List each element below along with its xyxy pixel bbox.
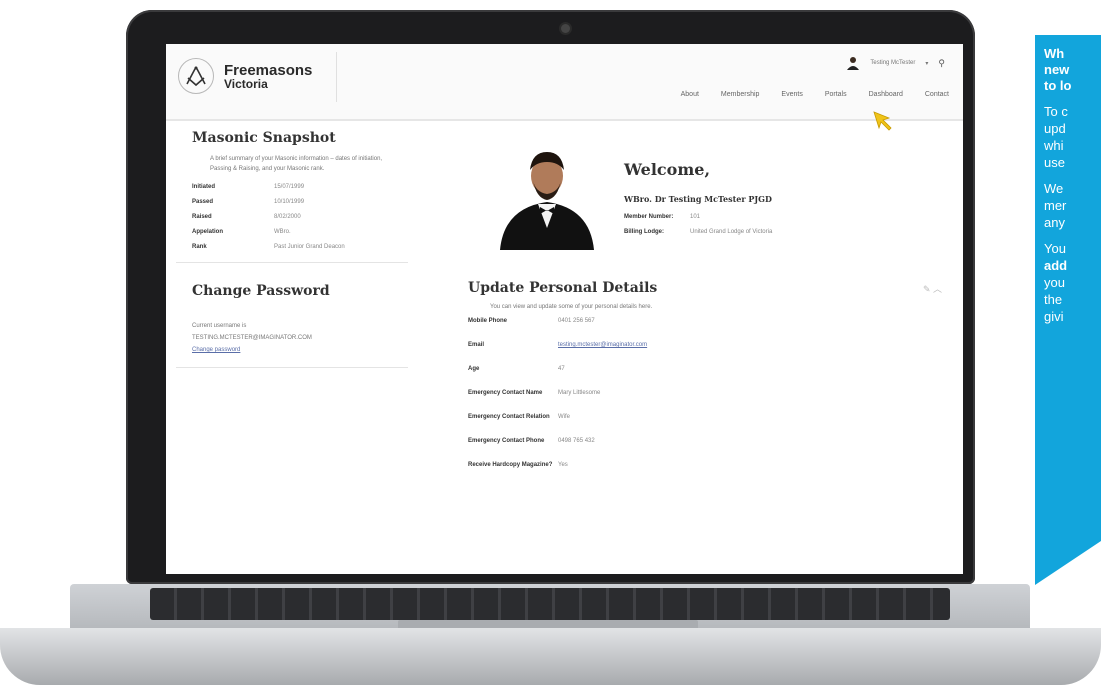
edit-icon[interactable]: ✎ ︿	[923, 282, 942, 295]
promo-text: you the givi	[1044, 275, 1065, 324]
row-label: Emergency Contact Relation	[468, 414, 550, 420]
detail-row: Emergency Contact Phone 0498 765 432	[468, 436, 958, 460]
snapshot-row: Initiated 15/07/1999	[192, 184, 408, 190]
nav-contact[interactable]: Contact	[925, 91, 949, 98]
promo-heading: Wh new to lo	[1044, 46, 1072, 93]
detail-row: Emergency Contact Relation Wife	[468, 412, 958, 436]
row-value: 8/02/2000	[274, 214, 301, 220]
snapshot-row: Raised 8/02/2000	[192, 214, 408, 220]
member-row: Billing Lodge: United Grand Lodge of Vict…	[624, 229, 772, 235]
password-title: Change Password	[192, 283, 330, 299]
row-label: Emergency Contact Name	[468, 390, 543, 396]
row-value: 0498 765 432	[558, 438, 595, 444]
promo-panel: Wh new to lo To c upd whi use We mer any…	[1035, 35, 1101, 585]
username-value: TESTING.MCTESTER@IMAGINATOR.COM	[192, 335, 312, 341]
row-label: Mobile Phone	[468, 318, 507, 324]
row-value: 10/10/1999	[274, 199, 305, 205]
update-details-panel: ✎ ︿ Update Personal Details You can view…	[468, 280, 958, 484]
row-label: Email	[468, 342, 485, 348]
row-label: Raised	[192, 214, 212, 220]
nav-portals[interactable]: Portals	[825, 91, 847, 98]
row-label: Receive Hardcopy Magazine?	[468, 462, 553, 468]
member-info: Member Number: 101 Billing Lodge: United G…	[624, 214, 772, 244]
update-description: You can view and update some of your per…	[490, 304, 653, 310]
row-value: 0401 256 567	[558, 318, 595, 324]
user-name: Testing McTester	[870, 60, 916, 66]
row-label: Billing Lodge:	[624, 229, 664, 235]
detail-row: Emergency Contact Name Mary Littlesome	[468, 388, 958, 412]
snapshot-title: Masonic Snapshot	[192, 130, 336, 146]
site-logo[interactable]: Freemasons Victoria	[178, 58, 312, 94]
row-label: Emergency Contact Phone	[468, 438, 545, 444]
nav-events[interactable]: Events	[781, 91, 802, 98]
member-row: Member Number: 101	[624, 214, 772, 220]
laptop-keyboard	[150, 588, 950, 620]
snapshot-description: A brief summary of your Masonic informat…	[210, 156, 383, 172]
row-label: Rank	[192, 244, 207, 250]
detail-row: Email testing.mctester@imaginator.com	[468, 340, 958, 364]
mouse-cursor-icon	[873, 111, 892, 131]
square-compass-icon	[178, 58, 214, 94]
site-header: Freemasons Victoria Testing McTester ▾ ⚲…	[166, 44, 963, 121]
divider	[176, 367, 408, 368]
nav-about[interactable]: About	[681, 91, 699, 98]
detail-row: Age 47	[468, 364, 958, 388]
row-label: Age	[468, 366, 480, 372]
row-value: United Grand Lodge of Victoria	[690, 229, 773, 235]
username-label: Current username is	[192, 323, 247, 329]
member-portrait	[500, 152, 594, 250]
divider	[176, 262, 408, 263]
nav-membership[interactable]: Membership	[721, 91, 760, 98]
welcome-heading: Welcome,	[624, 160, 711, 179]
promo-paragraph: We mer any	[1044, 181, 1067, 230]
promo-bold-text: add	[1044, 258, 1068, 273]
row-value: 15/07/1999	[274, 184, 305, 190]
update-title: Update Personal Details	[468, 280, 658, 296]
detail-row: Mobile Phone 0401 256 567	[468, 316, 958, 340]
search-icon[interactable]: ⚲	[938, 58, 945, 69]
user-avatar-icon	[847, 57, 860, 70]
row-label: Initiated	[192, 184, 216, 190]
promo-paragraph: To c upd whi use	[1044, 104, 1068, 170]
row-value: Mary Littlesome	[558, 390, 601, 396]
snapshot-row: Passed 10/10/1999	[192, 199, 408, 205]
webcam	[561, 24, 570, 33]
laptop-front-edge	[0, 628, 1101, 685]
snapshot-row: Appelation WBro.	[192, 229, 408, 235]
row-value: 101	[690, 214, 701, 220]
row-value: Wife	[558, 414, 570, 420]
row-label: Appelation	[192, 229, 223, 235]
member-name: WBro. Dr Testing McTester PJGD	[624, 194, 772, 204]
header-divider	[336, 52, 337, 102]
change-password-link[interactable]: Change password	[192, 345, 372, 355]
chevron-down-icon: ▾	[925, 60, 929, 67]
row-value: Past Junior Grand Deacon	[274, 244, 345, 250]
laptop-screen: Freemasons Victoria Testing McTester ▾ ⚲…	[166, 44, 963, 574]
main-nav: About Membership Events Portals Dashboar…	[681, 91, 949, 98]
row-label: Passed	[192, 199, 214, 205]
logo-line2: Victoria	[224, 76, 268, 91]
row-value: Yes	[558, 462, 568, 468]
nav-dashboard[interactable]: Dashboard	[869, 91, 903, 98]
detail-row: Receive Hardcopy Magazine? Yes	[468, 460, 958, 484]
row-value: WBro.	[274, 229, 291, 235]
row-value: 47	[558, 366, 565, 372]
snapshot-row: Rank Past Junior Grand Deacon	[192, 244, 408, 250]
row-label: Member Number:	[624, 214, 674, 220]
logo-line1: Freemasons	[224, 61, 313, 79]
promo-text: You	[1044, 241, 1066, 256]
email-link[interactable]: testing.mctester@imaginator.com	[558, 340, 647, 364]
left-column: Masonic Snapshot A brief summary of your…	[176, 130, 408, 388]
user-menu[interactable]: Testing McTester ▾ ⚲	[846, 56, 945, 70]
promo-paragraph: You add you the givi	[1044, 240, 1101, 325]
